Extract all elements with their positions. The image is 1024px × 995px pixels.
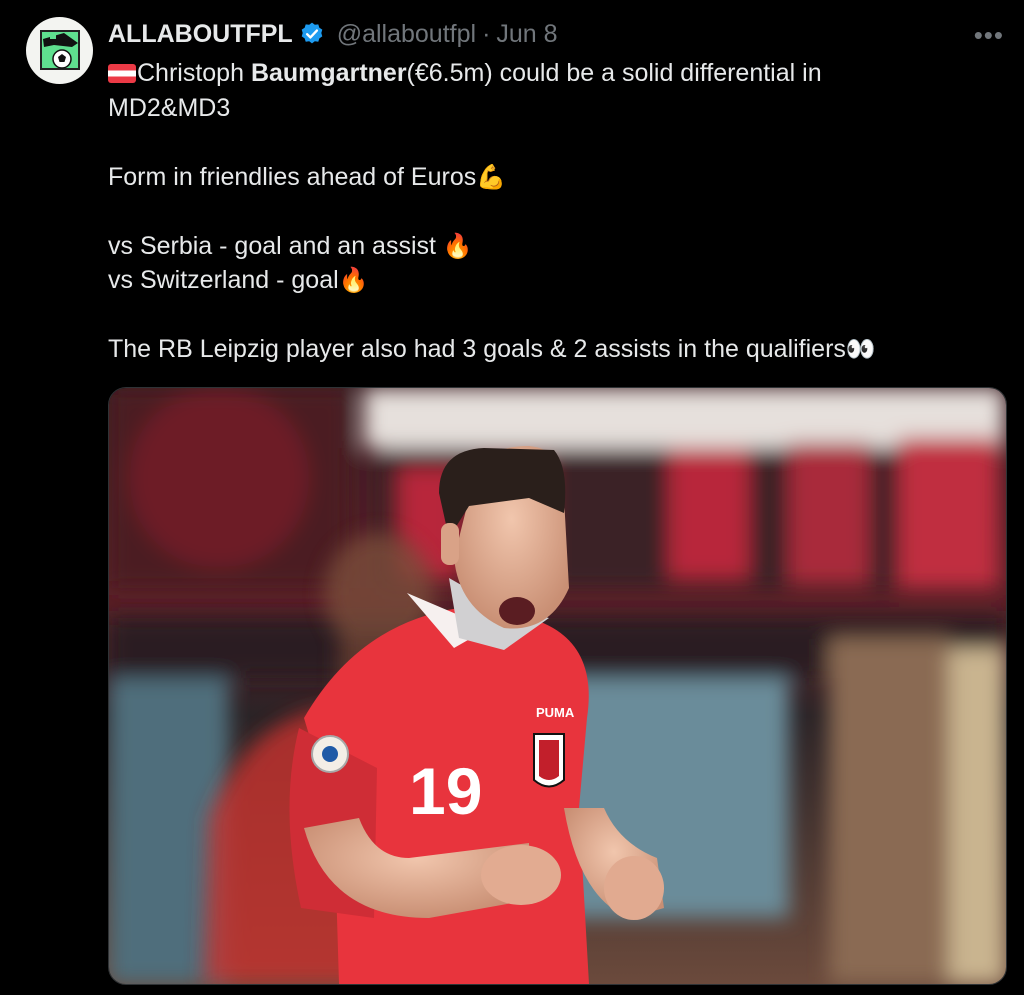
- text-segment: (€6.5m) could be a solid differential in: [406, 59, 822, 87]
- verified-badge-icon: [301, 22, 322, 44]
- text-segment: Christoph: [137, 59, 251, 87]
- muscle-emoji-icon: 💪: [476, 162, 507, 191]
- tweet-line-3: Form in friendlies ahead of Euros💪: [108, 160, 988, 195]
- tweet-line-6: The RB Leipzig player also had 3 goals &…: [108, 332, 988, 367]
- tweet-line-4: vs Serbia - goal and an assist 🔥: [108, 229, 988, 264]
- tweet-text: Christoph Baumgartner(€6.5m) could be a …: [108, 56, 988, 367]
- text-segment: The RB Leipzig player also had 3 goals &…: [108, 335, 846, 363]
- eyes-emoji-icon: 👀: [845, 335, 876, 363]
- text-segment: vs Switzerland - goal: [108, 266, 339, 294]
- separator-dot: ·: [482, 19, 491, 48]
- player-name-bold: Baumgartner: [250, 59, 407, 87]
- tweet-photo[interactable]: 19 PUMA: [108, 387, 1007, 985]
- tweet-line-1: Christoph Baumgartner(€6.5m) could be a …: [108, 56, 988, 91]
- austria-flag-icon: [108, 64, 136, 83]
- jersey-number: 19: [409, 754, 482, 828]
- profile-avatar[interactable]: [26, 17, 93, 84]
- fire-emoji-icon: 🔥: [338, 266, 369, 294]
- author-name[interactable]: ALLABOUTFPL: [108, 20, 293, 49]
- tweet-date[interactable]: Jun 8: [496, 20, 557, 49]
- tweet-line-5: vs Switzerland - goal🔥: [108, 263, 988, 298]
- svg-text:PUMA: PUMA: [536, 705, 575, 720]
- text-segment: Form in friendlies ahead of Euros: [108, 162, 477, 191]
- fire-emoji-icon: 🔥: [442, 231, 473, 260]
- text-segment: vs Serbia - goal and an assist: [108, 231, 443, 260]
- more-options-icon[interactable]: •••: [974, 20, 1004, 51]
- tweet-header: ALLABOUTFPL @allaboutfpl · Jun 8: [108, 18, 558, 50]
- celebrating-player-photo: 19 PUMA: [109, 388, 1006, 984]
- author-handle[interactable]: @allaboutfpl: [337, 20, 476, 49]
- avatar-logo-icon: [40, 30, 80, 70]
- tweet-line-2: MD2&MD3: [108, 93, 231, 122]
